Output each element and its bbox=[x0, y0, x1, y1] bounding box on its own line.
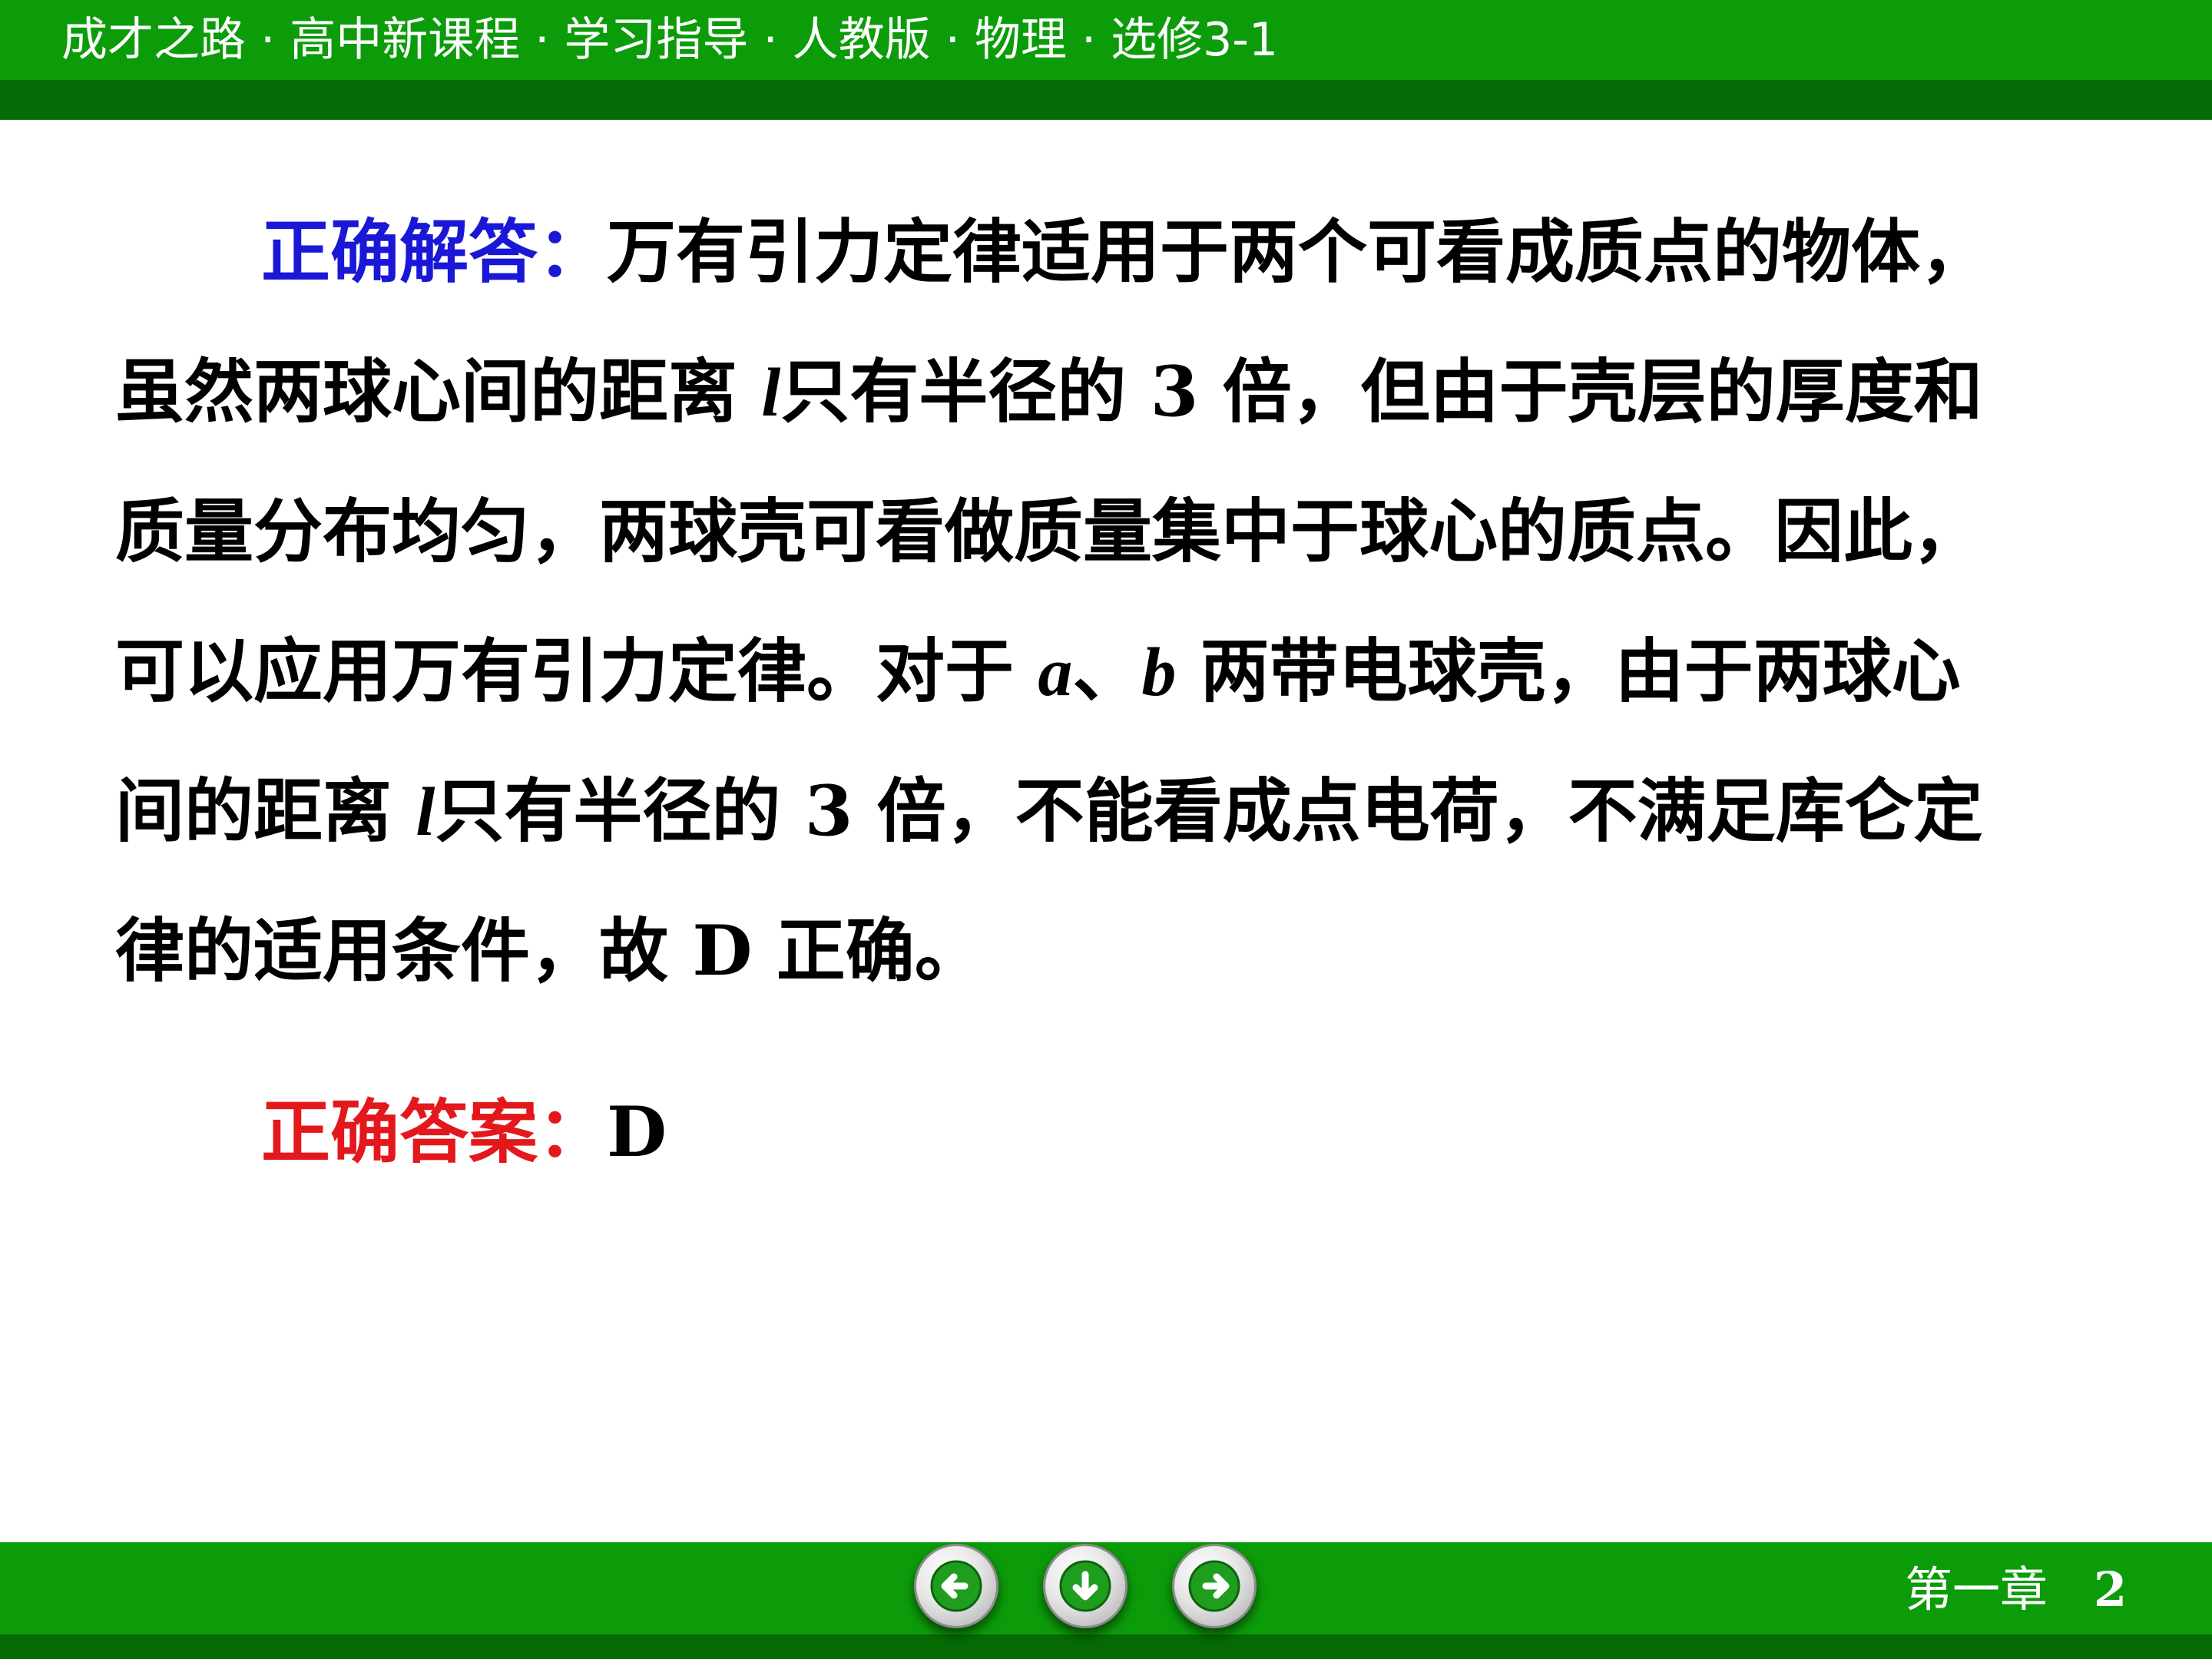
down-arrow-icon bbox=[1059, 1560, 1111, 1612]
solution-line-6: 律的适用条件，故 D 正确。 bbox=[115, 880, 2081, 1022]
variable-l: l bbox=[761, 355, 781, 431]
solution-line-3: 质量分布均匀，两球壳可看做质量集中于球心的质点。因此， bbox=[115, 461, 2081, 602]
solution-text-4b: 两带电球壳，由于两球心 bbox=[1176, 631, 1961, 712]
header-title: 成才之路 · 高中新课程 · 学习指导 · 人教版 · 物理 · 选修3-1 bbox=[61, 13, 1279, 67]
variable-l-2: l bbox=[416, 774, 435, 850]
header-stripe bbox=[0, 80, 2212, 120]
solution-line-2: 虽然两球心间的距离 l只有半径的 3 倍，但由于壳层的厚度和 bbox=[115, 321, 2081, 462]
solution-line-4: 可以应用万有引力定律。对于 a、b 两带电球壳，由于两球心 bbox=[115, 601, 2081, 742]
previous-slide-button[interactable] bbox=[914, 1544, 998, 1628]
solution-label: 正确解答： bbox=[261, 211, 607, 293]
answer-line: 正确答案：D bbox=[261, 1061, 2212, 1203]
solution-text-2a: 虽然两球心间的距离 bbox=[115, 351, 762, 432]
answer-label: 正确答案： bbox=[261, 1091, 607, 1173]
solution-text-5a: 间的距离 bbox=[115, 770, 416, 852]
next-slide-button[interactable] bbox=[1172, 1544, 1257, 1628]
right-arrow-icon bbox=[1188, 1560, 1240, 1612]
chapter-label: 第一章 bbox=[1905, 1561, 2048, 1618]
solution-line-5: 间的距离 l只有半径的 3 倍，不能看成点电荷，不满足库仑定 bbox=[115, 740, 2081, 882]
footer-stripe bbox=[0, 1634, 2212, 1659]
solution-text-3: 质量分布均匀，两球壳可看做质量集中于球心的质点。因此， bbox=[115, 491, 1982, 572]
solution-text-4a: 可以应用万有引力定律。对于 bbox=[115, 631, 1038, 712]
answer-value: D bbox=[607, 1091, 667, 1173]
solution-separator: 、 bbox=[1072, 631, 1142, 712]
left-arrow-icon bbox=[930, 1560, 982, 1612]
home-down-button[interactable] bbox=[1043, 1544, 1128, 1628]
solution-text-6: 律的适用条件，故 D 正确。 bbox=[115, 910, 984, 992]
variable-a: a bbox=[1038, 634, 1073, 710]
header-bar: 成才之路 · 高中新课程 · 学习指导 · 人教版 · 物理 · 选修3-1 bbox=[0, 0, 2212, 80]
page-number: 2 bbox=[2094, 1561, 2128, 1618]
solution-text-5b: 只有半径的 3 倍，不能看成点电荷，不满足库仑定 bbox=[435, 770, 1983, 852]
variable-b: b bbox=[1141, 634, 1177, 710]
solution-text-2b: 只有半径的 3 倍，但由于壳层的厚度和 bbox=[780, 351, 1983, 432]
solution-line-1: 正确解答：万有引力定律适用于两个可看成质点的物体， bbox=[261, 181, 2212, 323]
solution-text-1: 万有引力定律适用于两个可看成质点的物体， bbox=[607, 211, 1989, 293]
